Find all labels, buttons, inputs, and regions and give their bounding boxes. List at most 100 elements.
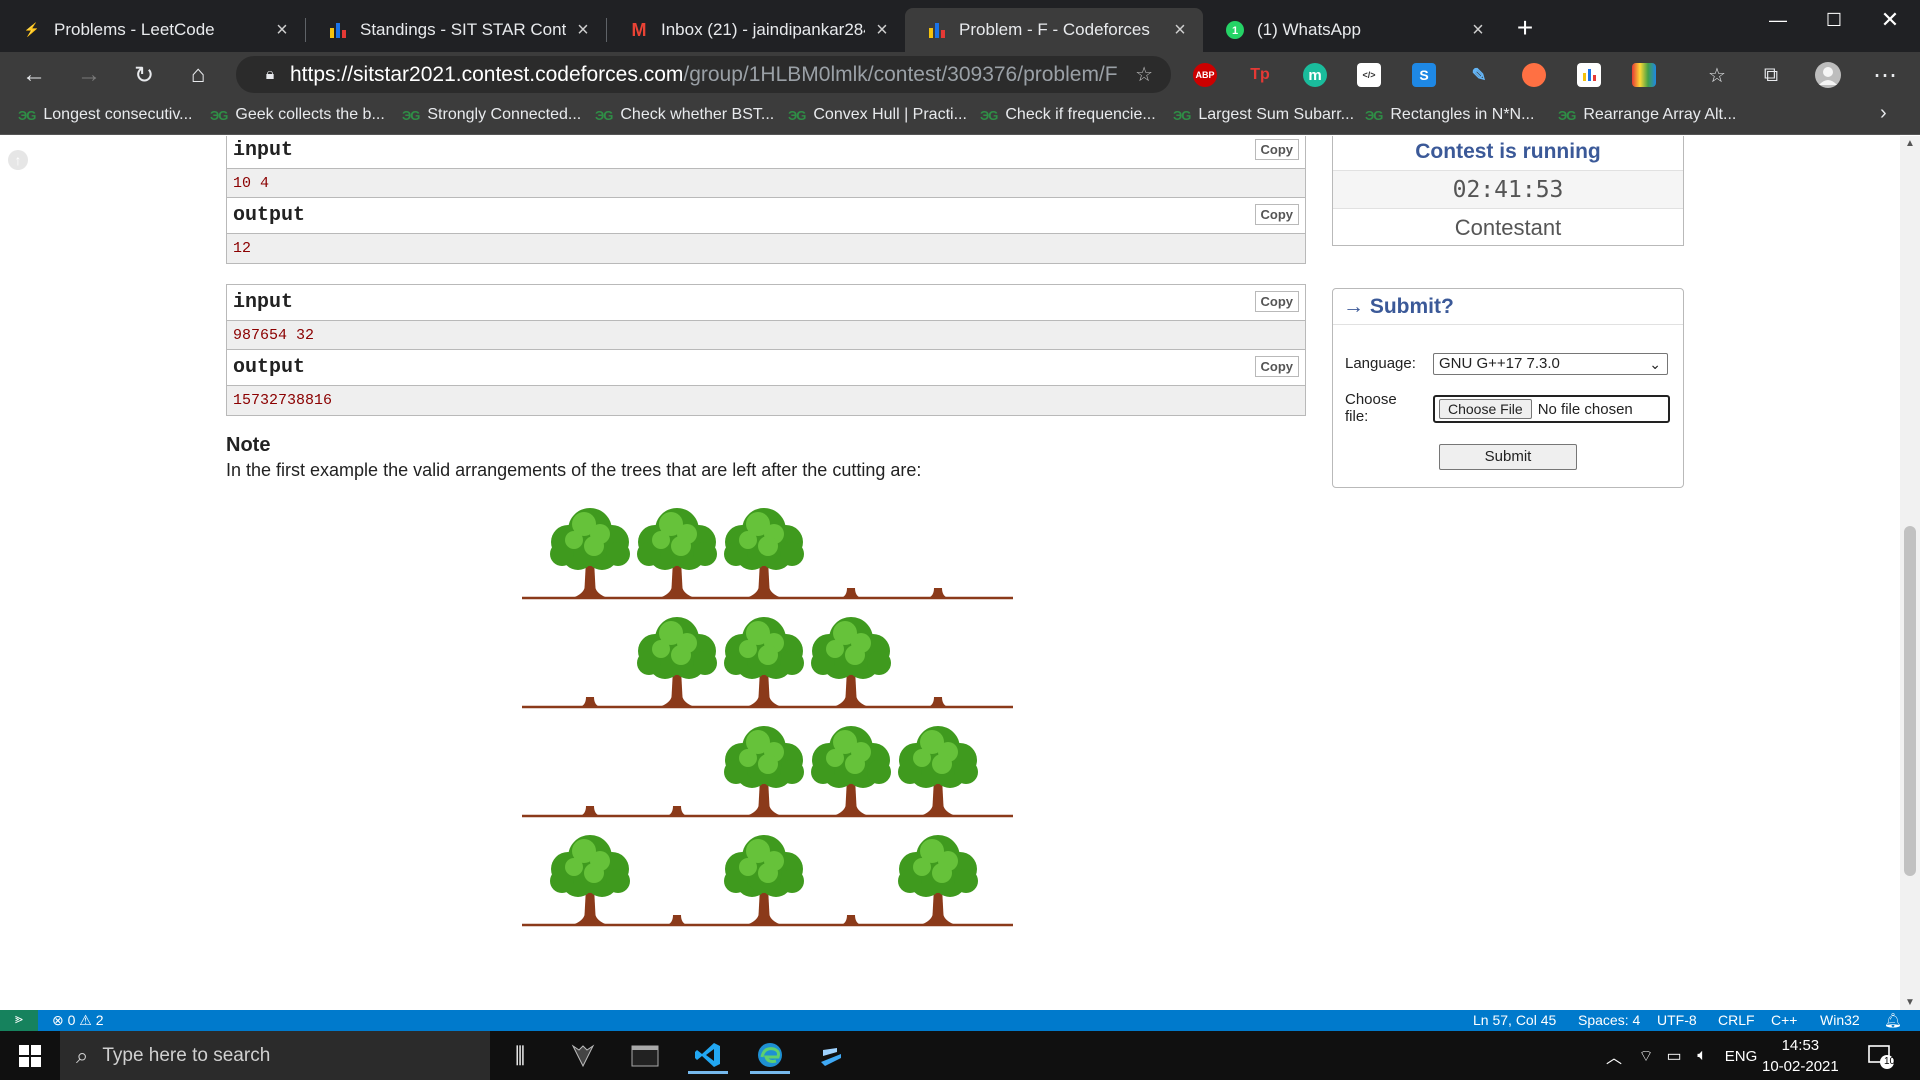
language-select[interactable]: GNU G++17 7.3.0 ⌄ bbox=[1433, 353, 1668, 375]
new-tab-button[interactable]: + bbox=[1497, 8, 1553, 48]
chevron-right-icon[interactable]: › bbox=[1880, 102, 1887, 125]
tab-whatsapp[interactable]: 1 (1) WhatsApp × bbox=[1203, 8, 1501, 52]
m-extension-icon[interactable]: m bbox=[1303, 63, 1327, 87]
bookmark-item[interactable]: ЭG Geek collects the b... bbox=[210, 106, 385, 124]
bookmark-item[interactable]: ЭG Check if frequencie... bbox=[980, 106, 1156, 124]
gfg-icon: ЭG bbox=[788, 107, 806, 123]
leetcode-icon: ⚡ bbox=[23, 22, 41, 37]
refresh-icon[interactable]: ↻ bbox=[127, 58, 161, 92]
encoding[interactable]: UTF-8 bbox=[1657, 1012, 1697, 1028]
tree-stump-icon bbox=[667, 915, 687, 925]
vscode-icon[interactable] bbox=[688, 1038, 728, 1074]
sample-input-value: 10 4 bbox=[227, 169, 1305, 198]
chart-extension-icon[interactable] bbox=[1577, 63, 1601, 87]
gmail-icon: M bbox=[631, 19, 647, 40]
bookmark-item[interactable]: ЭG Largest Sum Subarr... bbox=[1173, 106, 1354, 124]
tree-icon bbox=[724, 835, 804, 925]
pen-extension-icon[interactable]: ✎ bbox=[1467, 63, 1491, 87]
back-arrow-icon[interactable]: ← bbox=[17, 58, 51, 92]
sample-output-value: 12 bbox=[227, 234, 1305, 263]
bookmark-item[interactable]: ЭG Strongly Connected... bbox=[402, 106, 581, 124]
collections-icon[interactable]: ⧉ bbox=[1754, 58, 1788, 92]
codeforces-icon bbox=[328, 20, 348, 40]
bookmark-item[interactable]: ЭG Longest consecutiv... bbox=[18, 106, 193, 124]
scroll-top-icon[interactable]: ↑ bbox=[8, 150, 28, 170]
deploy-app-icon[interactable] bbox=[813, 1038, 849, 1074]
submit-button[interactable]: Submit bbox=[1439, 444, 1577, 470]
remote-icon[interactable]: ⪢ bbox=[0, 1010, 38, 1031]
code-extension-icon[interactable]: </> bbox=[1357, 63, 1381, 87]
color-grid-extension-icon[interactable] bbox=[1632, 63, 1656, 87]
task-view-icon[interactable]: ⫼ bbox=[502, 1038, 538, 1074]
browser-tab-strip: ⚡ Problems - LeetCode × Standings - SIT … bbox=[0, 0, 1920, 52]
no-file-text: No file chosen bbox=[1537, 400, 1633, 418]
tree-row bbox=[522, 617, 1013, 709]
tree-icon bbox=[724, 726, 804, 816]
close-tab-icon[interactable]: × bbox=[873, 19, 891, 42]
profile-avatar[interactable] bbox=[1811, 58, 1845, 92]
terminal-icon[interactable] bbox=[627, 1038, 663, 1074]
sample-test-1: input Copy 10 4 output Copy 12 bbox=[226, 136, 1306, 264]
copy-button[interactable]: Copy bbox=[1254, 356, 1299, 377]
input-language[interactable]: ENG bbox=[1720, 1038, 1762, 1074]
close-tab-icon[interactable]: × bbox=[273, 19, 291, 42]
copy-button[interactable]: Copy bbox=[1254, 291, 1299, 312]
bookmark-item[interactable]: ЭG Check whether BST... bbox=[595, 106, 774, 124]
platform[interactable]: Win32 bbox=[1820, 1012, 1860, 1028]
forward-arrow-icon[interactable]: → bbox=[72, 58, 106, 92]
sample-output-header: output Copy bbox=[227, 350, 1305, 386]
taskbar-search-box[interactable]: ⌕ Type here to search bbox=[60, 1031, 490, 1080]
tree-icon bbox=[811, 617, 891, 707]
tp-extension-icon[interactable]: Tp bbox=[1248, 63, 1272, 87]
page-content: ↑ input Copy 10 4 output Copy 12 input C… bbox=[0, 136, 1900, 1010]
language-mode[interactable]: C++ bbox=[1771, 1012, 1797, 1028]
bell-icon[interactable]: 🔔︎ bbox=[1884, 1012, 1902, 1029]
gfg-icon: ЭG bbox=[1558, 107, 1576, 123]
editor-status-bar: ⪢ ⊗ 0 ⚠ 2 Ln 57, Col 45 Spaces: 4 UTF-8 … bbox=[0, 1010, 1920, 1031]
tab-gmail[interactable]: M Inbox (21) - jaindipankar284@gm × bbox=[607, 8, 905, 52]
tab-standings[interactable]: Standings - SIT STAR Contest 20 × bbox=[306, 8, 606, 52]
url-bar[interactable]: 🔒︎ https://sitstar2021.contest.codeforce… bbox=[236, 56, 1171, 93]
tree-stump-icon bbox=[928, 588, 948, 598]
scrollbar-thumb[interactable] bbox=[1904, 526, 1916, 876]
scroll-up-icon[interactable]: ▲ bbox=[1900, 138, 1920, 149]
close-window-button[interactable]: ✕ bbox=[1862, 0, 1918, 40]
windows-start-icon[interactable] bbox=[12, 1038, 48, 1074]
system-clock[interactable]: 14:53 10-02-2021 bbox=[1762, 1035, 1839, 1077]
line-ending[interactable]: CRLF bbox=[1718, 1012, 1755, 1028]
edge-browser-icon[interactable] bbox=[750, 1038, 790, 1074]
close-tab-icon[interactable]: × bbox=[1469, 19, 1487, 42]
tree-row bbox=[522, 726, 1013, 818]
tab-leetcode[interactable]: ⚡ Problems - LeetCode × bbox=[0, 8, 305, 52]
copy-button[interactable]: Copy bbox=[1254, 204, 1299, 225]
home-icon[interactable]: ⌂ bbox=[181, 58, 215, 92]
problems-count[interactable]: ⊗ 0 ⚠ 2 bbox=[52, 1012, 104, 1029]
bookmark-item[interactable]: ЭG Rearrange Array Alt... bbox=[1558, 106, 1736, 124]
add-favorite-icon[interactable]: ☆ bbox=[1135, 62, 1153, 87]
copy-button[interactable]: Copy bbox=[1254, 139, 1299, 160]
close-tab-icon[interactable]: × bbox=[1171, 19, 1189, 42]
fire-extension-icon[interactable] bbox=[1522, 63, 1546, 87]
scroll-down-icon[interactable]: ▼ bbox=[1900, 997, 1920, 1008]
tab-codeforces-problem[interactable]: Problem - F - Codeforces × bbox=[905, 8, 1203, 52]
adblock-extension-icon[interactable]: ABP bbox=[1193, 63, 1217, 87]
notification-center-icon[interactable]: 10 bbox=[1862, 1038, 1898, 1074]
tree-icon bbox=[550, 508, 630, 598]
chevron-up-icon[interactable]: ︿ bbox=[1596, 1038, 1632, 1074]
choose-file-button[interactable]: Choose File bbox=[1439, 399, 1532, 419]
page-scrollbar[interactable]: ▲ ▼ bbox=[1900, 136, 1920, 1010]
close-tab-icon[interactable]: × bbox=[574, 19, 592, 42]
file-input[interactable]: Choose File No file chosen bbox=[1433, 395, 1670, 423]
indent-setting[interactable]: Spaces: 4 bbox=[1578, 1012, 1640, 1028]
cursor-position[interactable]: Ln 57, Col 45 bbox=[1473, 1012, 1556, 1028]
volume-icon[interactable]: 🔈︎ bbox=[1684, 1038, 1720, 1074]
favorites-icon[interactable]: ☆ bbox=[1700, 58, 1734, 92]
predator-app-icon[interactable] bbox=[565, 1038, 601, 1074]
bookmark-item[interactable]: ЭG Rectangles in N*N... bbox=[1365, 106, 1534, 124]
bookmark-item[interactable]: ЭG Convex Hull | Practi... bbox=[788, 106, 967, 124]
minimize-button[interactable]: — bbox=[1750, 0, 1806, 40]
maximize-button[interactable]: ☐ bbox=[1806, 0, 1862, 40]
s-extension-icon[interactable]: S bbox=[1412, 63, 1436, 87]
more-menu-icon[interactable]: ⋯ bbox=[1868, 58, 1902, 92]
url-path: /group/1HLBM0lmlk/contest/309376/problem… bbox=[683, 62, 1118, 86]
